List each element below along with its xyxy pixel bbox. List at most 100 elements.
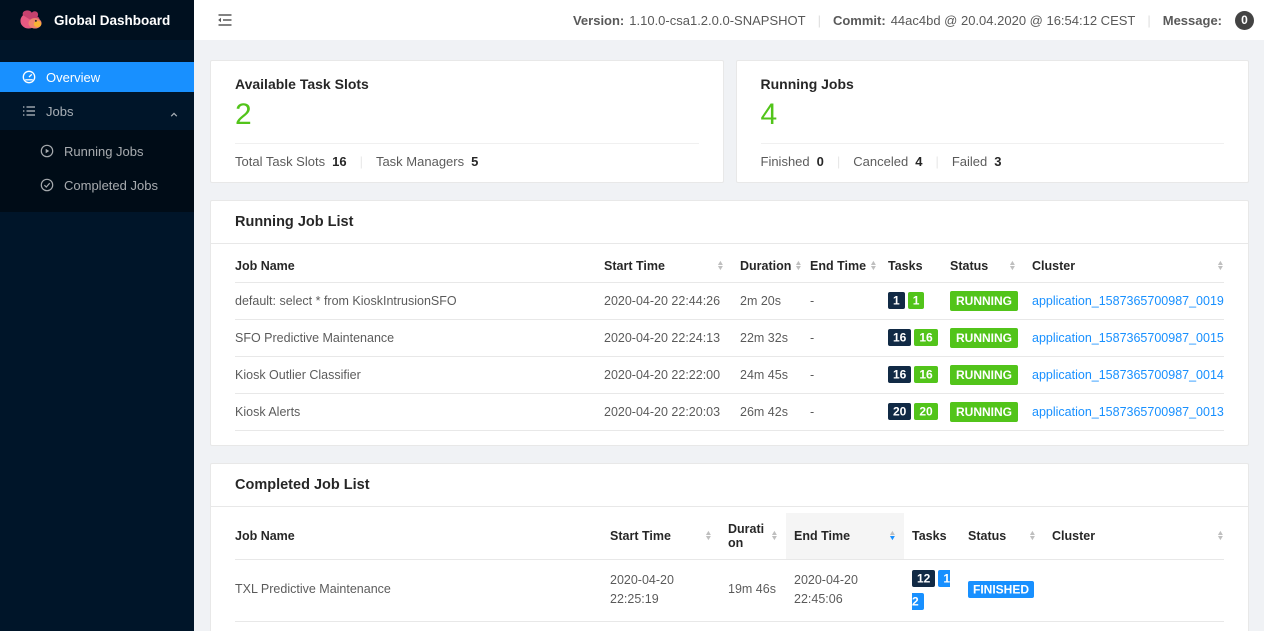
version-label: Version: (573, 13, 624, 28)
job-name-cell: Kiosk Outlier Classifier (235, 356, 596, 393)
table-row: Kiosk Outlier Classifier 2020-04-20 22:2… (235, 356, 1224, 393)
version-value: 1.10.0-csa1.2.0.0-SNAPSHOT (629, 13, 805, 28)
table-header-row: Job Name Start Time▲▼ Duration▲▼ End Tim… (235, 513, 1224, 560)
completed-jobs-table: Job Name Start Time▲▼ Duration▲▼ End Tim… (235, 513, 1224, 631)
column-header-cluster[interactable]: Cluster▲▼ (1024, 250, 1224, 283)
sidebar-item-label: Running Jobs (64, 144, 144, 159)
sidebar-menu: Overview Jobs (0, 58, 194, 212)
column-header-duration[interactable]: Duration▲▼ (720, 513, 786, 560)
sidebar-item-running-jobs[interactable]: Running Jobs (0, 136, 194, 166)
cluster-cell: application_1587365700987_0015 (1024, 319, 1224, 356)
stats-row: Available Task Slots 2 Total Task Slots … (210, 60, 1249, 183)
stat-label: Task Managers (376, 154, 464, 169)
column-header-job-name: Job Name (235, 250, 596, 283)
sidebar-item-label: Jobs (46, 104, 73, 119)
menu-fold-icon[interactable] (216, 11, 234, 29)
sort-icon[interactable]: ▲▼ (1009, 261, 1016, 271)
divider: | (935, 154, 938, 169)
sidebar-item-label: Overview (46, 70, 100, 85)
tasks-total-badge: 16 (888, 329, 911, 346)
column-header-end-time[interactable]: End Time▲▼ (786, 513, 904, 560)
column-header-start-time[interactable]: Start Time▲▼ (596, 250, 732, 283)
tasks-cell: 11 (880, 282, 942, 319)
tasks-cell: 1616 (880, 356, 942, 393)
job-name-cell: Kiosk Alerts (235, 393, 596, 430)
divider: | (360, 154, 363, 169)
available-task-slots-card: Available Task Slots 2 Total Task Slots … (210, 60, 724, 183)
available-task-slots-value: 2 (211, 92, 723, 143)
tasks-total-badge: 16 (888, 366, 911, 383)
completed-job-list-card: Completed Job List Job Name Start Time▲▼… (210, 463, 1249, 631)
sort-icon[interactable]: ▲▼ (771, 531, 778, 541)
check-circle-icon (40, 178, 54, 192)
sort-icon[interactable]: ▲▼ (1029, 531, 1036, 541)
cluster-link[interactable]: application_1587365700987_0015 (1032, 331, 1224, 345)
job-name-cell: default: select * from KioskIntrusionSFO (235, 621, 602, 631)
cluster-link[interactable]: application_1587365700987_0014 (1032, 368, 1224, 382)
column-header-job-name: Job Name (235, 513, 602, 560)
table-row: TXL Predictive Maintenance 2020-04-20 22… (235, 559, 1224, 621)
card-body: Job Name Start Time▲▼ Duration▲▼ End Tim… (211, 507, 1248, 631)
card-header: Running Job List (211, 201, 1248, 244)
sidebar-item-completed-jobs[interactable]: Completed Jobs (0, 170, 194, 200)
end-time-cell: - (802, 319, 880, 356)
message-label: Message: (1163, 13, 1222, 28)
status-badge: RUNNING (950, 402, 1018, 422)
status-cell: RUNNING (942, 356, 1024, 393)
duration-cell: 19m 46s (720, 559, 786, 621)
column-header-end-time[interactable]: End Time▲▼ (802, 250, 880, 283)
table-row: SFO Predictive Maintenance 2020-04-20 22… (235, 319, 1224, 356)
stat-value: 0 (817, 154, 824, 169)
main-area: Version: 1.10.0-csa1.2.0.0-SNAPSHOT | Co… (194, 0, 1264, 631)
card-header: Completed Job List (211, 464, 1248, 507)
divider: | (1147, 13, 1150, 28)
sort-icon[interactable]: ▲▼ (717, 261, 724, 271)
sort-icon[interactable]: ▲▼ (705, 531, 712, 541)
dashboard-icon (22, 70, 36, 84)
column-header-duration[interactable]: Duration▲▼ (732, 250, 802, 283)
card-footer: Total Task Slots 16 | Task Managers 5 (211, 144, 723, 182)
column-header-status[interactable]: Status▲▼ (960, 513, 1044, 560)
cluster-cell: application_1587365700987_0019 (1044, 621, 1224, 631)
sort-icon[interactable]: ▲▼ (870, 261, 877, 271)
status-badge: RUNNING (950, 365, 1018, 385)
sort-icon[interactable]: ▲▼ (1217, 531, 1224, 541)
commit-label: Commit: (833, 13, 886, 28)
card-body: Job Name Start Time▲▼ Duration▲▼ End Tim… (211, 244, 1248, 445)
message-count-badge[interactable]: 0 (1235, 11, 1254, 30)
build-info: Version: 1.10.0-csa1.2.0.0-SNAPSHOT | Co… (573, 11, 1254, 30)
cluster-cell (1044, 559, 1224, 621)
app-title: Global Dashboard (54, 13, 170, 28)
column-header-status[interactable]: Status▲▼ (942, 250, 1024, 283)
cluster-link[interactable]: application_1587365700987_0013 (1032, 405, 1224, 419)
sidebar-item-overview[interactable]: Overview (0, 62, 194, 92)
stat-label: Canceled (853, 154, 908, 169)
running-jobs-table: Job Name Start Time▲▼ Duration▲▼ End Tim… (235, 250, 1224, 431)
cluster-link[interactable]: application_1587365700987_0019 (1032, 294, 1224, 308)
stat-value: 5 (471, 154, 478, 169)
duration-cell: 24m 45s (732, 356, 802, 393)
start-time-cell: 2020-04-20 22:25:19 (602, 559, 720, 621)
sort-icon[interactable]: ▲▼ (1217, 261, 1224, 271)
commit-value: 44ac4bd @ 20.04.2020 @ 16:54:12 CEST (891, 13, 1136, 28)
app-root: Global Dashboard Overview Jobs (0, 0, 1264, 631)
duration-cell: 22m 32s (732, 319, 802, 356)
column-header-cluster[interactable]: Cluster▲▼ (1044, 513, 1224, 560)
column-header-start-time[interactable]: Start Time▲▼ (602, 513, 720, 560)
tasks-cell: 1212 (904, 559, 960, 621)
stat-value: 4 (915, 154, 922, 169)
column-header-tasks: Tasks (904, 513, 960, 560)
sidebar: Global Dashboard Overview Jobs (0, 0, 194, 631)
tasks-state-badge: 1 (908, 292, 925, 309)
stat-label: Total Task Slots (235, 154, 325, 169)
cluster-cell: application_1587365700987_0013 (1024, 393, 1224, 430)
running-jobs-value: 4 (737, 92, 1249, 143)
sidebar-item-jobs[interactable]: Jobs (0, 96, 194, 126)
sort-icon-active[interactable]: ▲▼ (889, 531, 896, 541)
end-time-cell: 2020-04-20 22:44:09 (786, 621, 904, 631)
sort-icon[interactable]: ▲▼ (795, 261, 802, 271)
running-job-list-card: Running Job List Job Name Start Time▲▼ D… (210, 200, 1249, 446)
card-title: Completed Job List (235, 477, 370, 493)
tasks-cell: 2020 (880, 393, 942, 430)
stat-value: 16 (332, 154, 346, 169)
